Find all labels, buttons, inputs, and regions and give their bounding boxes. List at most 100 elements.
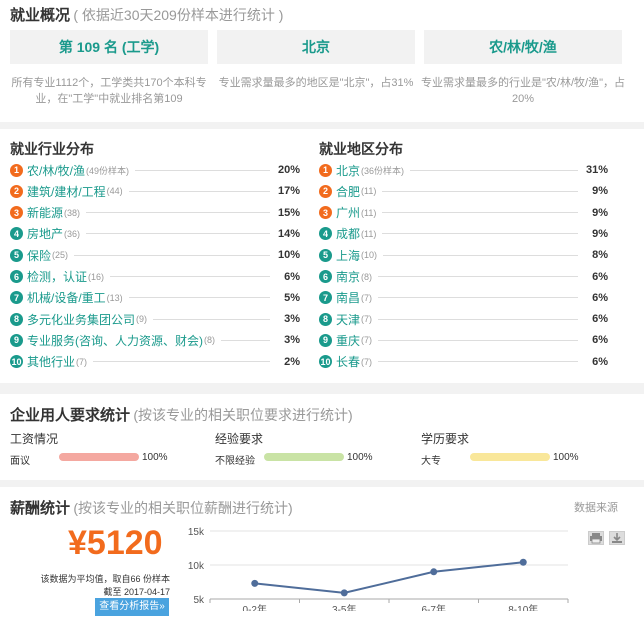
industry-row[interactable]: 9 专业服务(咨询、人力资源、财会) (8) 3% (10, 330, 300, 350)
industry-row[interactable]: 4 房地产 (36) 14% (10, 224, 300, 244)
leader-line (378, 318, 578, 320)
leader-line (378, 361, 578, 363)
industry-row[interactable]: 7 机械/设备/重工 (13) 5% (10, 288, 300, 308)
region-name[interactable]: 南昌 (336, 289, 360, 306)
region-name[interactable]: 合肥 (336, 183, 360, 200)
percentage: 6% (592, 313, 608, 326)
rank-number: 2 (319, 184, 332, 198)
industry-row[interactable]: 8 多元化业务集团公司 (9) 3% (10, 309, 300, 329)
percentage: 10% (277, 249, 300, 262)
leader-line (382, 212, 578, 214)
percentage: 8% (592, 249, 608, 262)
region-row[interactable]: 9 重庆 (7) 6% (319, 330, 608, 350)
leader-line (378, 339, 578, 341)
region-row[interactable]: 1 北京 (36份样本) 31% (319, 160, 608, 180)
industry-row[interactable]: 6 检测，认证 (16) 6% (10, 267, 300, 287)
industry-name[interactable]: 农/林/牧/渔 (27, 162, 85, 179)
leader-line (86, 212, 270, 214)
salary-subtitle: (按该专业的相关职位薪酬进行统计) (73, 500, 293, 516)
region-row[interactable]: 6 南京 (8) 6% (319, 267, 608, 287)
leader-line (383, 254, 578, 256)
percentage: 6% (592, 355, 608, 368)
requirements-subtitle: (按该专业的相关职位要求进行统计) (133, 407, 353, 423)
industry-name[interactable]: 检测，认证 (27, 268, 87, 285)
sample-count: (11) (361, 228, 377, 239)
industry-row[interactable]: 3 新能源 (38) 15% (10, 203, 300, 223)
rank-number: 10 (10, 355, 23, 369)
percentage: 15% (277, 206, 300, 219)
sample-count: (7) (361, 335, 373, 346)
leader-line (410, 169, 578, 171)
region-name[interactable]: 成都 (336, 225, 360, 242)
region-row[interactable]: 4 成都 (11) 9% (319, 224, 608, 244)
industry-name[interactable]: 多元化业务集团公司 (27, 311, 135, 328)
sample-count: (36份样本) (361, 165, 405, 176)
leader-line (382, 190, 578, 192)
download-icon[interactable] (609, 531, 625, 545)
leader-line (86, 233, 270, 235)
industry-name[interactable]: 新能源 (27, 204, 63, 221)
sample-count: (44) (106, 186, 123, 197)
region-name[interactable]: 天津 (336, 311, 360, 328)
date-note: 截至 2017-04-17 (103, 587, 170, 597)
region-row[interactable]: 5 上海 (10) 8% (319, 245, 608, 265)
y-tick-label: 10k (188, 561, 205, 572)
sample-count: (36) (64, 228, 81, 239)
sample-count: (25) (52, 250, 69, 261)
rank-number: 5 (10, 248, 23, 262)
rank-number: 8 (319, 312, 332, 326)
sample-count: (7) (76, 356, 88, 367)
leader-line (128, 297, 270, 299)
industry-row[interactable]: 5 保险 (25) 10% (10, 245, 300, 265)
region-row[interactable]: 8 天津 (7) 6% (319, 309, 608, 329)
industry-name[interactable]: 机械/设备/重工 (27, 289, 106, 306)
overview-panel: 就业概况 ( 依据近30天209份样本进行统计 ) 第 109 名 (工学) 北… (0, 0, 644, 122)
data-source-link[interactable]: 数据来源 (574, 499, 618, 515)
region-name[interactable]: 长春 (336, 353, 360, 370)
requirements-header: 企业用人要求统计 (按该专业的相关职位要求进行统计) (10, 404, 353, 425)
region-name[interactable]: 重庆 (336, 332, 360, 349)
industry-name[interactable]: 建筑/建材/工程 (27, 183, 106, 200)
sample-count: (7) (361, 356, 373, 367)
top-industry-box: 农/林/牧/渔 (424, 30, 622, 64)
region-row[interactable]: 3 广州 (11) 9% (319, 203, 608, 223)
industry-row[interactable]: 2 建筑/建材/工程 (44) 17% (10, 181, 300, 201)
sample-count: (7) (361, 314, 373, 325)
view-report-button[interactable]: 查看分析报告» (95, 598, 169, 616)
rank-number: 9 (319, 333, 332, 347)
percentage: 5% (284, 291, 300, 304)
x-tick-label: 0-2年 (243, 603, 267, 611)
salary-panel: 薪酬统计 (按该专业的相关职位薪酬进行统计) 数据来源 ¥5120 该数据为平均… (0, 487, 644, 625)
region-name[interactable]: 上海 (336, 247, 360, 264)
region-name[interactable]: 北京 (336, 162, 360, 179)
industry-row[interactable]: 10 其他行业 (7) 2% (10, 352, 300, 372)
industry-name[interactable]: 其他行业 (27, 353, 75, 370)
region-row[interactable]: 10 长春 (7) 6% (319, 352, 608, 372)
leader-line (74, 254, 270, 256)
sample-count: (10) (361, 250, 378, 261)
data-point (519, 558, 527, 566)
sample-count: (8) (204, 335, 215, 346)
region-name[interactable]: 南京 (336, 268, 360, 285)
rank-number: 10 (319, 355, 332, 369)
print-icon[interactable] (588, 531, 604, 545)
percentage: 9% (592, 227, 608, 240)
rank-number: 4 (10, 227, 23, 241)
rank-number: 7 (319, 291, 332, 305)
average-salary: ¥5120 (68, 524, 163, 562)
data-point (340, 589, 348, 597)
rank-number: 4 (319, 227, 332, 241)
industry-name[interactable]: 房地产 (27, 225, 63, 242)
region-row[interactable]: 7 南昌 (7) 6% (319, 288, 608, 308)
region-row[interactable]: 2 合肥 (11) 9% (319, 181, 608, 201)
x-tick-label: 6-7年 (422, 603, 446, 611)
leader-line (93, 361, 270, 363)
industry-name[interactable]: 保险 (27, 247, 51, 264)
rank-number: 3 (10, 206, 23, 220)
industry-row[interactable]: 1 农/林/牧/渔 (49份样本) 20% (10, 160, 300, 180)
industry-name[interactable]: 专业服务(咨询、人力资源、财会) (27, 332, 203, 349)
top-region-box: 北京 (217, 30, 415, 64)
region-name[interactable]: 广州 (336, 204, 360, 221)
leader-line (382, 233, 578, 235)
y-tick-label: 15k (188, 527, 205, 538)
